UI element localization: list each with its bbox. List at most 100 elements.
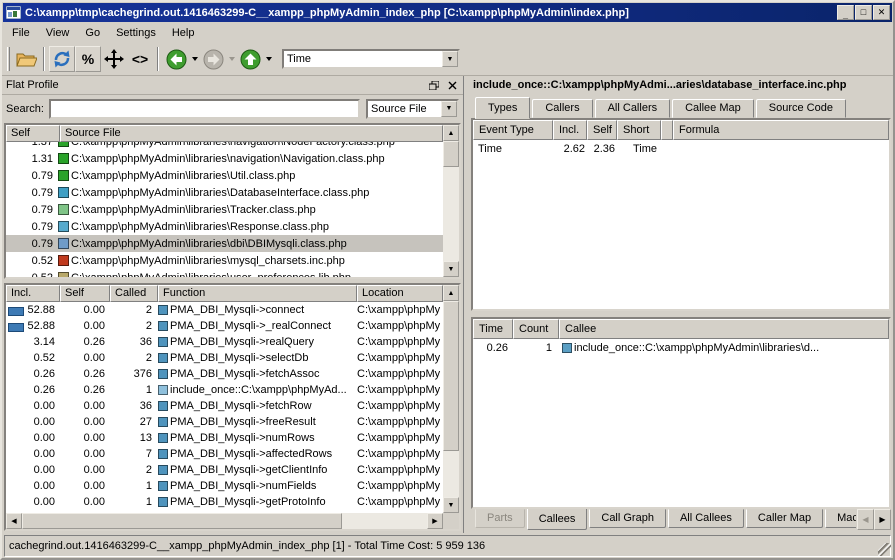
function-list-horizontal-scrollbar[interactable]: ◀ ▶ (6, 513, 443, 529)
grouping-combobox[interactable]: Source File ▼ (366, 99, 459, 119)
function-row[interactable]: 0.00 0.00 13 PMA_DBI_Mysqli->numRows (6, 430, 443, 446)
close-button[interactable]: ✕ (873, 5, 890, 20)
menu-item[interactable]: Help (164, 25, 203, 41)
menu-item[interactable]: Settings (108, 25, 164, 41)
function-list: 52.88 0.00 2 PMA_DBI_Mysqli->connect (6, 302, 443, 510)
column-header-self[interactable]: Self (6, 125, 60, 142)
source-file-row[interactable]: 0.52 C:\xampp\phpMyAdmin\libraries\user_… (6, 269, 443, 277)
source-file-row[interactable]: 0.79 C:\xampp\phpMyAdmin\libraries\Track… (6, 201, 443, 218)
function-row[interactable]: 3.14 0.26 36 PMA_DBI_Mysqli->realQuery (6, 334, 443, 350)
scroll-left-icon[interactable]: ◀ (6, 513, 22, 529)
detail-tab[interactable]: Parts (475, 509, 525, 528)
event-type-row[interactable]: Time 2.62 2.36 Time (473, 140, 889, 158)
resize-grip[interactable] (878, 543, 891, 556)
column-header-formula[interactable]: Formula (673, 120, 889, 140)
detail-tab[interactable]: Callers (532, 99, 592, 118)
scrollbar-thumb[interactable] (443, 301, 459, 451)
detail-tab[interactable]: Call Graph (589, 509, 666, 528)
toolbar-handle[interactable] (7, 47, 10, 71)
tab-scroll-right-icon[interactable]: ▶ (874, 509, 891, 530)
event-type-combobox[interactable]: Time ▼ (282, 49, 460, 69)
title-bar[interactable]: C:\xampp\tmp\cachegrind.out.1416463299-C… (3, 3, 892, 22)
location-value: C:\xampp\phpMy (357, 384, 443, 396)
function-row[interactable]: 0.00 0.00 2 PMA_DBI_Mysqli->getClientInf… (6, 462, 443, 478)
cycle-detection-button[interactable]: <> (127, 46, 153, 72)
column-header-time[interactable]: Time (473, 319, 513, 339)
scroll-up-icon[interactable]: ▲ (443, 285, 459, 301)
scrollbar-thumb[interactable] (22, 513, 342, 529)
flat-profile-titlebar[interactable]: Flat Profile (2, 76, 463, 95)
up-dropdown[interactable] (263, 46, 274, 72)
function-row[interactable]: 0.00 0.00 7 PMA_DBI_Mysqli->affectedRows (6, 446, 443, 462)
function-row[interactable]: 0.26 0.26 376 PMA_DBI_Mysqli->fetchAssoc (6, 366, 443, 382)
function-row[interactable]: 0.00 0.00 1 PMA_DBI_Mysqli->numFields (6, 478, 443, 494)
menu-item[interactable]: Go (77, 25, 108, 41)
maximize-button[interactable]: □ (855, 5, 872, 20)
column-header-self[interactable]: Self (60, 285, 110, 302)
scrollbar-track[interactable] (342, 513, 427, 529)
column-header-incl[interactable]: Incl. (553, 120, 587, 140)
scroll-down-icon[interactable]: ▼ (443, 497, 459, 513)
up-button[interactable] (237, 46, 263, 72)
relative-percent-button[interactable]: % (75, 46, 101, 72)
column-header-incl[interactable]: Incl. (6, 285, 60, 302)
close-panel-button[interactable] (445, 79, 459, 91)
function-row[interactable]: 52.88 0.00 2 PMA_DBI_Mysqli->connect (6, 302, 443, 318)
source-file-row[interactable]: 0.79 C:\xampp\phpMyAdmin\libraries\dbi\D… (6, 235, 443, 252)
minimize-button[interactable]: _ (837, 5, 854, 20)
function-row[interactable]: 0.00 0.00 1 PMA_DBI_Mysqli->getProtoInfo (6, 494, 443, 510)
function-row[interactable]: 0.00 0.00 36 PMA_DBI_Mysqli->fetchRow (6, 398, 443, 414)
detail-tab[interactable]: All Callees (668, 509, 744, 528)
scrollbar-track[interactable] (443, 451, 459, 497)
function-row[interactable]: 52.88 0.00 2 PMA_DBI_Mysqli->_realConnec… (6, 318, 443, 334)
detail-tab[interactable]: All Callers (595, 99, 671, 118)
menu-item[interactable]: File (4, 25, 38, 41)
column-header-count[interactable]: Count (513, 319, 559, 339)
column-header-self[interactable]: Self (587, 120, 617, 140)
file-list-vertical-scrollbar[interactable]: ▲ ▼ (443, 125, 459, 277)
column-header-function[interactable]: Function (158, 285, 357, 302)
column-header-callee[interactable]: Callee (559, 319, 889, 339)
source-file-row[interactable]: 0.79 C:\xampp\phpMyAdmin\libraries\Respo… (6, 218, 443, 235)
minimize-icon: _ (843, 11, 848, 20)
source-file-row[interactable]: 0.52 C:\xampp\phpMyAdmin\libraries\mysql… (6, 252, 443, 269)
scrollbar-thumb[interactable] (443, 141, 459, 167)
callee-row[interactable]: 0.26 1 include_once::C:\xampp\phpMyAdmin… (473, 339, 889, 357)
called-count-value: 7 (110, 448, 158, 460)
scrollbar-track[interactable] (443, 167, 459, 261)
column-header-spacer[interactable] (661, 120, 673, 140)
back-button[interactable] (163, 46, 189, 72)
scroll-right-icon[interactable]: ▶ (427, 513, 443, 529)
detail-tab[interactable]: Caller Map (746, 509, 823, 528)
column-header-called[interactable]: Called (110, 285, 158, 302)
refresh-button[interactable] (49, 46, 75, 72)
function-list-vertical-scrollbar[interactable]: ▲ ▼ (443, 285, 459, 529)
scroll-up-icon[interactable]: ▲ (443, 125, 459, 141)
open-file-button[interactable] (13, 46, 39, 72)
chevron-down-icon[interactable]: ▼ (442, 51, 458, 67)
chevron-down-icon[interactable]: ▼ (441, 101, 457, 117)
function-row[interactable]: 0.26 0.26 1 include_once::C:\xampp\phpMy… (6, 382, 443, 398)
detail-tab[interactable]: Callees (527, 509, 588, 530)
function-name: PMA_DBI_Mysqli->_realConnect (170, 320, 331, 332)
source-file-row[interactable]: 0.79 C:\xampp\phpMyAdmin\libraries\Util.… (6, 167, 443, 184)
search-input[interactable] (49, 99, 360, 119)
detail-tab[interactable]: Callee Map (672, 99, 754, 118)
source-file-row[interactable]: 0.79 C:\xampp\phpMyAdmin\libraries\Datab… (6, 184, 443, 201)
scrollbar-corner (443, 513, 459, 529)
detail-tab[interactable]: Source Code (756, 99, 846, 118)
source-file-row[interactable]: 1.37 C:\xampp\phpMyAdmin\libraries\navig… (6, 142, 443, 150)
expand-move-button[interactable] (101, 46, 127, 72)
column-header-location[interactable]: Location (357, 285, 443, 302)
float-panel-button[interactable] (427, 79, 441, 91)
column-header-short[interactable]: Short (617, 120, 661, 140)
scroll-down-icon[interactable]: ▼ (443, 261, 459, 277)
function-row[interactable]: 0.00 0.00 27 PMA_DBI_Mysqli->freeResult (6, 414, 443, 430)
menu-item[interactable]: View (38, 25, 78, 41)
column-header-event-type[interactable]: Event Type (473, 120, 553, 140)
function-row[interactable]: 0.52 0.00 2 PMA_DBI_Mysqli->selectDb (6, 350, 443, 366)
column-header-source-file[interactable]: Source File (60, 125, 443, 142)
back-dropdown[interactable] (189, 46, 200, 72)
detail-tab[interactable]: Types (475, 97, 530, 119)
source-file-row[interactable]: 1.31 C:\xampp\phpMyAdmin\libraries\navig… (6, 150, 443, 167)
